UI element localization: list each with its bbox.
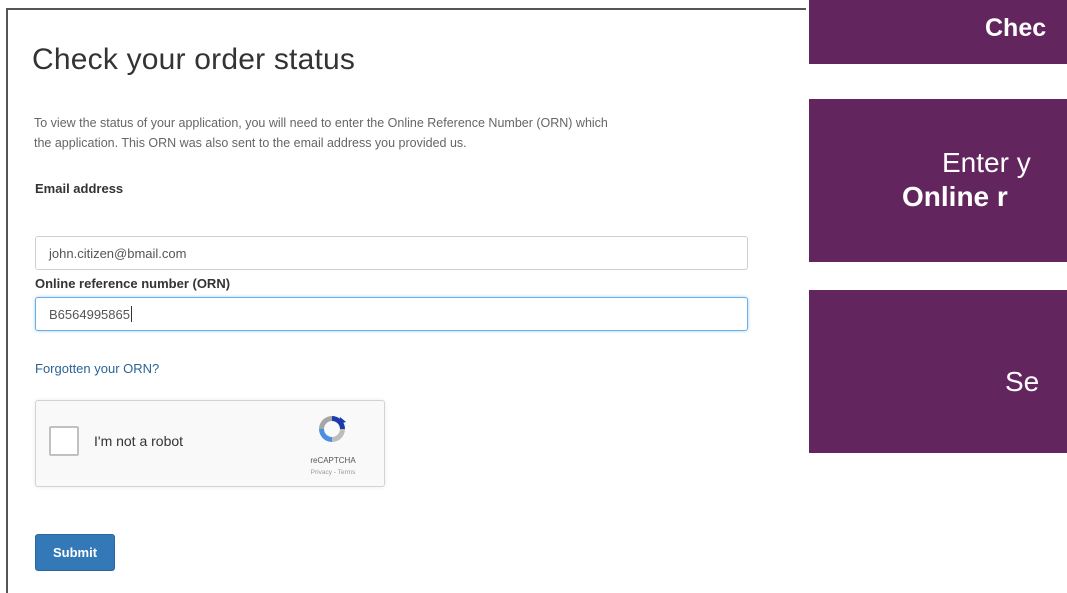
callout-select: Se (809, 290, 1067, 453)
submit-button[interactable]: Submit (35, 534, 115, 571)
page-title: Check your order status (32, 43, 356, 76)
intro-line-2: the application. This ORN was also sent … (34, 136, 467, 150)
email-label: Email address (35, 181, 124, 196)
forgot-orn-link[interactable]: Forgotten your ORN? (35, 361, 159, 376)
intro-text: To view the status of your application, … (34, 113, 814, 153)
intro-line-1: To view the status of your application, … (34, 116, 608, 130)
order-status-form: Check your order status To view the stat… (6, 8, 806, 593)
email-value: john.citizen@bmail.com (49, 245, 187, 261)
recaptcha-checkbox[interactable] (49, 426, 79, 456)
callout-enter: Enter y Online r (809, 99, 1067, 262)
callout-check: Chec (809, 0, 1067, 64)
callout-check-text: Chec (985, 14, 1047, 42)
text-caret (130, 306, 132, 322)
orn-label: Online reference number (ORN) (35, 276, 231, 291)
callout-enter-line1: Enter y (942, 147, 1031, 178)
orn-value: B6564995865 (49, 306, 130, 322)
recaptcha-brand: reCAPTCHA (310, 456, 356, 465)
recaptcha-logo-icon (319, 416, 346, 442)
callout-enter-line2: Online r (902, 181, 1008, 212)
recaptcha-terms-link[interactable]: Privacy - Terms (298, 469, 368, 476)
callout-select-text: Se (1005, 366, 1040, 397)
email-field[interactable]: john.citizen@bmail.com (35, 236, 748, 270)
orn-field[interactable]: B6564995865 (35, 297, 748, 331)
recaptcha-label: I'm not a robot (94, 433, 184, 449)
recaptcha-widget: I'm not a robot reCAPTCHA Privacy - Term… (35, 400, 385, 487)
